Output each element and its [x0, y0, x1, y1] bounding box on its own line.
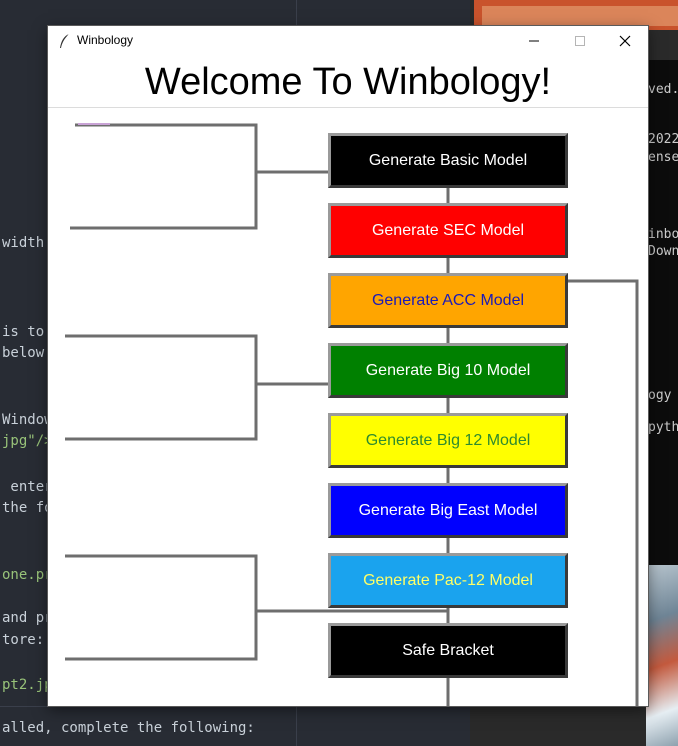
safe-bracket-button[interactable]: Safe Bracket [328, 623, 568, 678]
editor-line: alled, complete the following: [2, 720, 255, 736]
winbology-window: Winbology Welcome To Winbology! Generate… [48, 26, 648, 706]
generate-big-east-model-button[interactable]: Generate Big East Model [328, 483, 568, 538]
background-photo [646, 565, 678, 746]
terminal-line: 2022 [648, 132, 678, 147]
terminal-line: ense' [648, 150, 678, 165]
editor-separator [0, 706, 475, 707]
editor-line: one.pr [2, 567, 53, 583]
editor-line: and pr [2, 610, 53, 626]
generate-sec-model-button[interactable]: Generate SEC Model [328, 203, 568, 258]
terminal-line: inbo [648, 227, 678, 242]
editor-line: below: [2, 345, 53, 361]
terminal-line: ogy [648, 388, 672, 403]
background-image-highlight [482, 6, 678, 26]
generate-big-12-model-button[interactable]: Generate Big 12 Model [328, 413, 568, 468]
editor-line: Window [2, 412, 53, 428]
title-bar[interactable]: Winbology [48, 26, 648, 56]
editor-line: enter [2, 479, 53, 495]
minimize-button[interactable] [511, 26, 557, 56]
maximize-icon [575, 36, 585, 46]
editor-line: jpg"/> [2, 433, 53, 449]
background-terminal: ved. 2022 ense' inbo Downl ogy pyth [646, 60, 678, 565]
close-button[interactable] [602, 26, 648, 56]
editor-line: width: [2, 235, 53, 251]
editor-line: the fo [2, 500, 53, 516]
page-title: Welcome To Winbology! [144, 61, 552, 103]
generate-basic-model-button[interactable]: Generate Basic Model [328, 133, 568, 188]
minimize-icon [529, 40, 539, 42]
editor-line: is to [2, 324, 45, 340]
generate-acc-model-button[interactable]: Generate ACC Model [328, 273, 568, 328]
window-title: Winbology [77, 33, 134, 47]
editor-line: tore: [2, 632, 45, 648]
terminal-line: ved. [648, 82, 678, 97]
feather-icon [60, 33, 70, 48]
generate-pac-12-model-button[interactable]: Generate Pac-12 Model [328, 553, 568, 608]
close-icon [619, 35, 631, 47]
generate-big-10-model-button[interactable]: Generate Big 10 Model [328, 343, 568, 398]
maximize-button[interactable] [557, 26, 603, 56]
terminal-line: pyth [648, 420, 678, 435]
terminal-line: Downl [648, 244, 678, 259]
header-divider [48, 107, 648, 108]
editor-line: pt2.jp [2, 677, 53, 693]
